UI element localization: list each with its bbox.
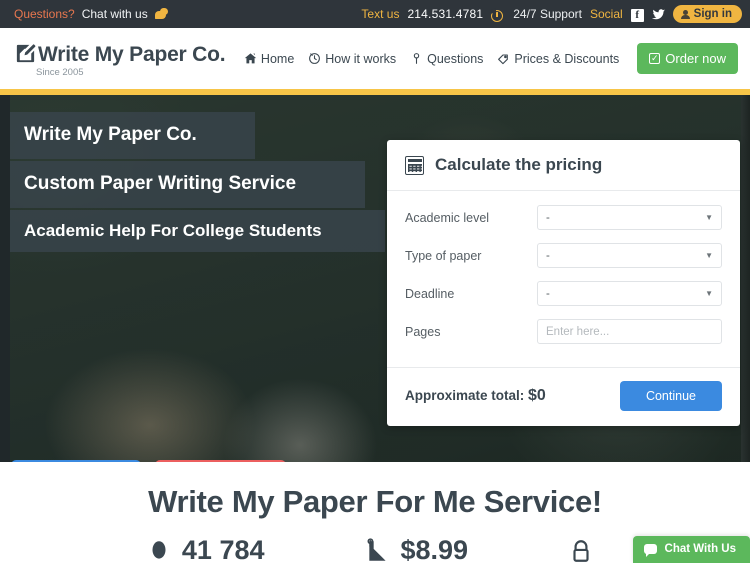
hero-headline-group: Write My Paper Co. Custom Paper Writing … [10,112,385,254]
chat-with-us-link[interactable]: Chat with us [82,7,148,21]
twitter-icon[interactable] [651,8,665,23]
hero-headline-1: Write My Paper Co. [10,112,255,159]
nav-label: Home [260,51,295,66]
stat-item [568,535,604,563]
stat-item: 41 784 [146,535,265,563]
deadline-row: Deadline - ▼ [405,281,722,306]
hero-headline-3: Academic Help For College Students [10,209,385,252]
nav-item-questions[interactable]: Questions [410,52,483,66]
nav-item-home[interactable]: Home [244,52,294,66]
chevron-down-icon: ▼ [705,212,713,222]
chat-widget-label: Chat With Us [664,543,736,555]
stat-value: 41 784 [181,535,265,563]
sign-in-label: Sign in [693,8,732,20]
nav-item-prices-discounts[interactable]: Prices & Discounts [497,52,619,66]
nav-label: How it works [325,51,397,66]
nav-label: Questions [427,51,484,66]
social-label: Social [589,7,623,21]
deadline-value: - [546,287,550,300]
text-us-label: Text us [361,7,400,21]
hero-section: Write My Paper Co. Custom Paper Writing … [0,95,750,462]
support-label: 24/7 Support [513,7,582,21]
pages-input[interactable]: Enter here... [537,319,722,344]
hero-headline-2: Custom Paper Writing Service [10,160,365,208]
calculator-footer: Approximate total: $0 Continue [387,367,740,426]
type-of-paper-select[interactable]: - ▼ [537,243,722,268]
approximate-total-label: Approximate total: [405,388,525,403]
tag-icon [497,52,510,65]
page-title: Write My Paper For Me Service! [148,484,602,519]
stat-item: $8.99 [365,535,469,563]
logo-title: Write My Paper Co. [14,39,226,66]
chat-with-us-widget[interactable]: Chat With Us [632,536,750,563]
phone-number[interactable]: 214.531.4781 [407,7,483,21]
facebook-icon[interactable]: f [630,8,644,22]
user-icon [146,538,172,563]
type-of-paper-label: Type of paper [405,248,482,263]
pin-icon [410,52,423,65]
chat-bubble-icon [154,8,168,19]
calculator-body: Academic level - ▼ Type of paper - ▼ Dea… [387,191,740,367]
home-icon [244,52,257,65]
lock-icon [568,538,594,563]
academic-level-row: Academic level - ▼ [405,205,722,230]
topbar-left-group: Questions? Chat with us [14,7,168,21]
clock-icon [491,10,504,22]
continue-button[interactable]: Continue [619,381,722,411]
pencil-note-icon [14,42,38,66]
academic-level-value: - [546,211,550,224]
deadline-select[interactable]: - ▼ [537,281,722,306]
order-now-button[interactable]: ✓ Order now [637,43,738,74]
nav-item-how-it-works[interactable]: How it works [308,52,396,66]
logo-title-text: Write My Paper Co. [38,42,226,66]
site-header: Write My Paper Co. Since 2005 Home How i… [0,28,750,89]
logo-text-block: Write My Paper Co. Since 2005 [14,39,226,79]
logo-tagline: Since 2005 [36,67,84,79]
order-now-label: Order now [665,51,726,66]
clock-icon [308,52,321,65]
sign-in-button[interactable]: Sign in [672,5,742,23]
hero-content: Write My Paper Co. Custom Paper Writing … [0,95,750,462]
nav-label: Prices & Discounts [514,51,620,66]
stat-value: $8.99 [400,535,469,563]
person-icon [680,9,690,19]
pages-row: Pages Enter here... [405,319,722,344]
questions-label: Questions? [14,7,75,21]
pages-placeholder: Enter here... [546,325,610,338]
approximate-total: Approximate total: $0 [405,387,546,405]
topbar-right-group: Text us 214.531.4781 24/7 Support Social… [361,5,742,23]
hand-page-icon [365,537,391,563]
academic-level-label: Academic level [405,210,490,225]
top-utility-bar: Questions? Chat with us Text us 214.531.… [0,0,750,28]
main-navigation: Home How it works Questions Prices & Dis… [244,43,738,74]
approximate-total-amount: $0 [528,387,546,404]
chevron-down-icon: ▼ [705,288,713,298]
calculator-icon [405,155,424,175]
chat-bubble-icon [643,544,657,557]
type-of-paper-row: Type of paper - ▼ [405,243,722,268]
pricing-calculator-card: Calculate the pricing Academic level - ▼… [387,140,740,426]
deadline-label: Deadline [405,286,455,301]
pages-label: Pages [405,324,441,339]
checkbox-icon: ✓ [649,53,661,64]
type-of-paper-value: - [546,249,550,262]
calculator-header: Calculate the pricing [387,140,740,191]
chevron-down-icon: ▼ [705,250,713,260]
academic-level-select[interactable]: - ▼ [537,205,722,230]
logo[interactable]: Write My Paper Co. Since 2005 [14,39,226,79]
calculator-title: Calculate the pricing [435,155,603,174]
bottom-section: Write My Paper For Me Service! 41 784 $8… [0,462,750,563]
